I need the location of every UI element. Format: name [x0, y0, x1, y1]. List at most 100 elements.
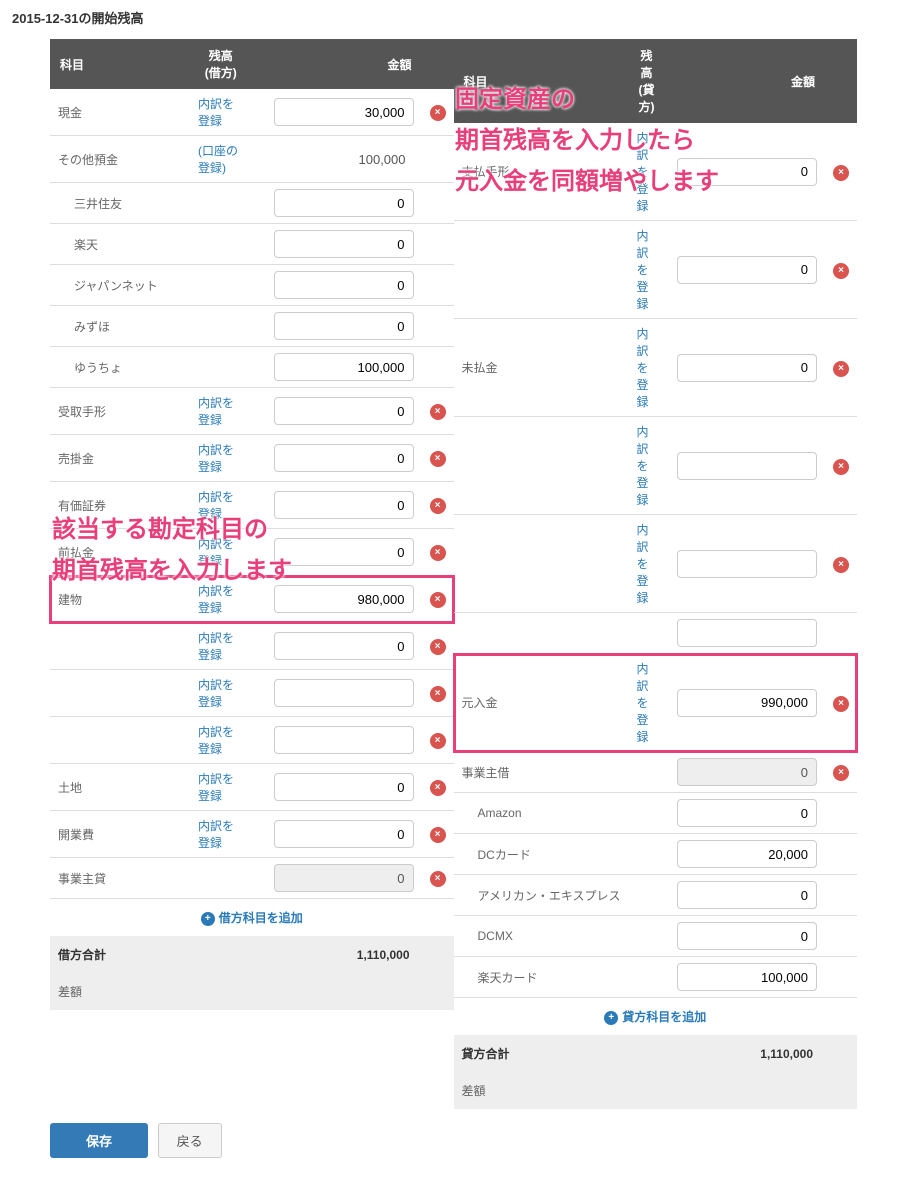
register-link[interactable]: 内訳を登録 — [190, 388, 252, 435]
register-link[interactable]: 内訳を登録 — [190, 482, 252, 529]
amount-input[interactable] — [274, 271, 414, 299]
amount-input[interactable] — [677, 158, 817, 186]
row-subject: みずほ — [50, 306, 190, 347]
register-link[interactable]: 内訳を登録 — [190, 764, 252, 811]
delete-icon[interactable]: × — [833, 765, 849, 781]
row-subject: 開業費 — [50, 811, 190, 858]
row-subject: ゆうちょ — [50, 347, 190, 388]
table-row: 内訳を登録 × — [454, 515, 858, 613]
delete-icon[interactable]: × — [430, 780, 446, 796]
table-row: Amazon — [454, 793, 858, 834]
table-row: 土地内訳を登録× — [50, 764, 454, 811]
register-link[interactable]: 内訳を登録 — [629, 417, 665, 515]
amount-input[interactable] — [274, 585, 414, 613]
add-credit-button[interactable]: +貸方科目を追加 — [454, 998, 858, 1036]
amount-input[interactable] — [677, 881, 817, 909]
amount-input[interactable] — [274, 632, 414, 660]
row-subject — [454, 221, 629, 319]
register-link[interactable]: 内訳を登録 — [629, 319, 665, 417]
row-subject: 現金 — [50, 89, 190, 136]
register-link[interactable]: 内訳を登録 — [629, 654, 665, 752]
table-row: DCカード — [454, 834, 858, 875]
row-subject: 建物 — [50, 576, 190, 623]
amount-input[interactable] — [274, 397, 414, 425]
amount-input[interactable] — [274, 98, 414, 126]
delete-icon[interactable]: × — [833, 165, 849, 181]
amount-input[interactable] — [677, 619, 817, 647]
amount-input[interactable] — [274, 312, 414, 340]
row-subject: 有価証券 — [50, 482, 190, 529]
delete-icon[interactable]: × — [430, 404, 446, 420]
register-link[interactable]: 内訳を登録 — [629, 221, 665, 319]
delete-icon[interactable]: × — [430, 545, 446, 561]
amount-input[interactable] — [677, 799, 817, 827]
table-row: 受取手形内訳を登録× — [50, 388, 454, 435]
register-link[interactable]: 内訳を登録 — [190, 623, 252, 670]
table-row: 事業主借× — [454, 752, 858, 793]
delete-icon[interactable]: × — [430, 451, 446, 467]
register-link[interactable]: 内訳を登録 — [190, 717, 252, 764]
delete-icon[interactable]: × — [430, 827, 446, 843]
row-subject — [454, 417, 629, 515]
add-debit-button[interactable]: +借方科目を追加 — [50, 899, 454, 937]
amount-input[interactable] — [677, 840, 817, 868]
save-button[interactable]: 保存 — [50, 1123, 148, 1158]
delete-icon[interactable]: × — [430, 871, 446, 887]
amount-input[interactable] — [274, 726, 414, 754]
amount-input[interactable] — [274, 353, 414, 381]
amount-input[interactable] — [677, 689, 817, 717]
delete-icon[interactable]: × — [833, 361, 849, 377]
amount-input[interactable] — [677, 452, 817, 480]
register-link[interactable]: (口座の登録) — [190, 136, 252, 183]
delete-icon[interactable]: × — [430, 686, 446, 702]
register-link[interactable]: 内訳を登録 — [190, 435, 252, 482]
table-row: 元入金内訳を登録× — [454, 654, 858, 752]
table-row: 内訳を登録 × — [454, 417, 858, 515]
table-row: 三井住友 — [50, 183, 454, 224]
row-subject: その他預金 — [50, 136, 190, 183]
amount-input[interactable] — [274, 538, 414, 566]
row-subject: 前払金 — [50, 529, 190, 576]
delete-icon[interactable]: × — [833, 263, 849, 279]
table-row: 売掛金内訳を登録× — [50, 435, 454, 482]
header-subject: 科目 — [50, 39, 190, 89]
table-row: ジャパンネット — [50, 265, 454, 306]
register-link[interactable]: 内訳を登録 — [190, 811, 252, 858]
amount-input[interactable] — [274, 820, 414, 848]
register-link[interactable]: 内訳を登録 — [190, 89, 252, 136]
row-subject: Amazon — [454, 793, 629, 834]
amount-input[interactable] — [677, 963, 817, 991]
row-subject — [50, 670, 190, 717]
amount-input[interactable] — [274, 491, 414, 519]
table-row: 有価証券内訳を登録 × — [50, 482, 454, 529]
amount-input[interactable] — [274, 679, 414, 707]
delete-icon[interactable]: × — [833, 696, 849, 712]
amount-input[interactable] — [677, 256, 817, 284]
amount-input[interactable] — [274, 444, 414, 472]
register-link[interactable]: 内訳を登録 — [190, 576, 252, 623]
amount-input[interactable] — [274, 773, 414, 801]
table-row: アメリカン・エキスプレス — [454, 875, 858, 916]
delete-icon[interactable]: × — [430, 639, 446, 655]
table-row: 内訳を登録 × — [50, 623, 454, 670]
table-row: 事業主貸× — [50, 858, 454, 899]
delete-icon[interactable]: × — [430, 498, 446, 514]
debit-header: 科目 残高 (借方) 金額 — [50, 39, 454, 89]
amount-input[interactable] — [677, 550, 817, 578]
amount-input[interactable] — [677, 922, 817, 950]
delete-icon[interactable]: × — [430, 592, 446, 608]
register-link[interactable]: 内訳を登録 — [190, 529, 252, 576]
delete-icon[interactable]: × — [430, 105, 446, 121]
delete-icon[interactable]: × — [833, 459, 849, 475]
register-link[interactable]: 内訳を登録 — [629, 123, 665, 221]
back-button[interactable]: 戻る — [158, 1123, 222, 1158]
register-link[interactable]: 内訳を登録 — [629, 515, 665, 613]
delete-icon[interactable]: × — [430, 733, 446, 749]
register-link[interactable]: 内訳を登録 — [190, 670, 252, 717]
delete-icon[interactable]: × — [833, 557, 849, 573]
amount-input[interactable] — [274, 230, 414, 258]
credit-total-label: 貸方合計 — [454, 1035, 665, 1072]
amount-input[interactable] — [677, 354, 817, 382]
row-subject: 支払手形 — [454, 123, 629, 221]
amount-input[interactable] — [274, 189, 414, 217]
